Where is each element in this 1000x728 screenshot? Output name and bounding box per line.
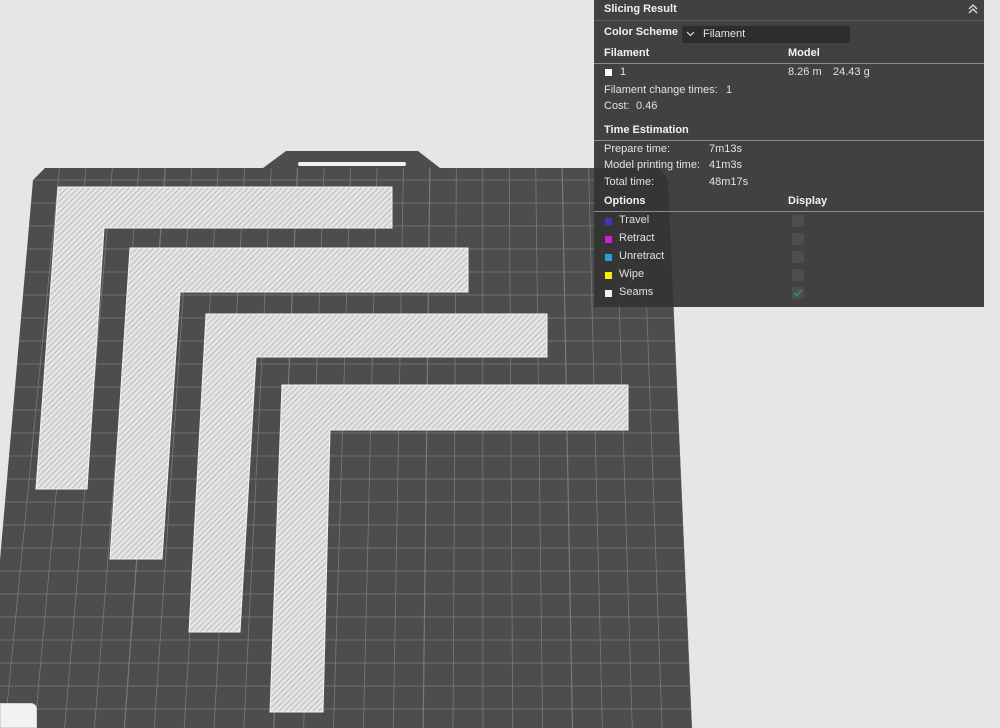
- divider: [594, 211, 984, 212]
- color-scheme-dropdown[interactable]: Filament: [682, 26, 850, 43]
- filament-weight: 24.43 g: [833, 66, 870, 78]
- prepare-time-label: Prepare time:: [604, 143, 671, 155]
- divider: [594, 140, 984, 141]
- panel-title: Slicing Result: [604, 3, 677, 15]
- option-label-travel: Travel: [619, 214, 650, 226]
- collapse-chevron-up-icon[interactable]: [966, 2, 980, 16]
- option-label-retract: Retract: [619, 232, 655, 244]
- prepare-time-value: 7m13s: [709, 143, 743, 155]
- bottom-left-toolbar-button[interactable]: [0, 703, 37, 728]
- option-label-unretract: Unretract: [619, 250, 665, 262]
- chevron-down-icon: [686, 31, 695, 37]
- color-scheme-value: Filament: [703, 28, 746, 40]
- color-scheme-label: Color Scheme: [604, 26, 678, 38]
- filament-header: Filament: [604, 47, 650, 59]
- travel-display-checkbox[interactable]: [792, 215, 804, 227]
- filament-length: 8.26 m: [788, 66, 822, 78]
- filament-color-swatch: [605, 69, 612, 76]
- panel-title-bar: Slicing Result: [594, 0, 984, 21]
- travel-color-swatch: [605, 218, 612, 225]
- retract-color-swatch: [605, 236, 612, 243]
- cost-value: 0.46: [636, 100, 658, 112]
- total-time-value: 48m17s: [709, 176, 749, 188]
- slicing-result-panel: Slicing Result Color Scheme Filament Fil…: [594, 0, 984, 307]
- unretract-display-checkbox[interactable]: [792, 251, 804, 263]
- seams-display-checkbox[interactable]: [792, 287, 804, 299]
- model-printing-time-label: Model printing time:: [604, 159, 700, 171]
- model-header: Model: [788, 47, 820, 59]
- bed-handle-slot: [298, 162, 406, 166]
- options-header: Options: [604, 195, 646, 207]
- retract-display-checkbox[interactable]: [792, 233, 804, 245]
- filament-index: 1: [620, 66, 627, 78]
- change-times-value: 1: [726, 84, 733, 96]
- divider: [594, 63, 984, 64]
- model-printing-time-value: 41m3s: [709, 159, 743, 171]
- wipe-display-checkbox[interactable]: [792, 269, 804, 281]
- change-times-label: Filament change times:: [604, 84, 718, 96]
- display-header: Display: [788, 195, 828, 207]
- wipe-color-swatch: [605, 272, 612, 279]
- unretract-color-swatch: [605, 254, 612, 261]
- option-label-wipe: Wipe: [619, 268, 645, 280]
- option-label-seams: Seams: [619, 286, 654, 298]
- seams-color-swatch: [605, 290, 612, 297]
- cost-label: Cost:: [604, 100, 630, 112]
- total-time-label: Total time:: [604, 176, 655, 188]
- time-estimation-header: Time Estimation: [604, 124, 689, 136]
